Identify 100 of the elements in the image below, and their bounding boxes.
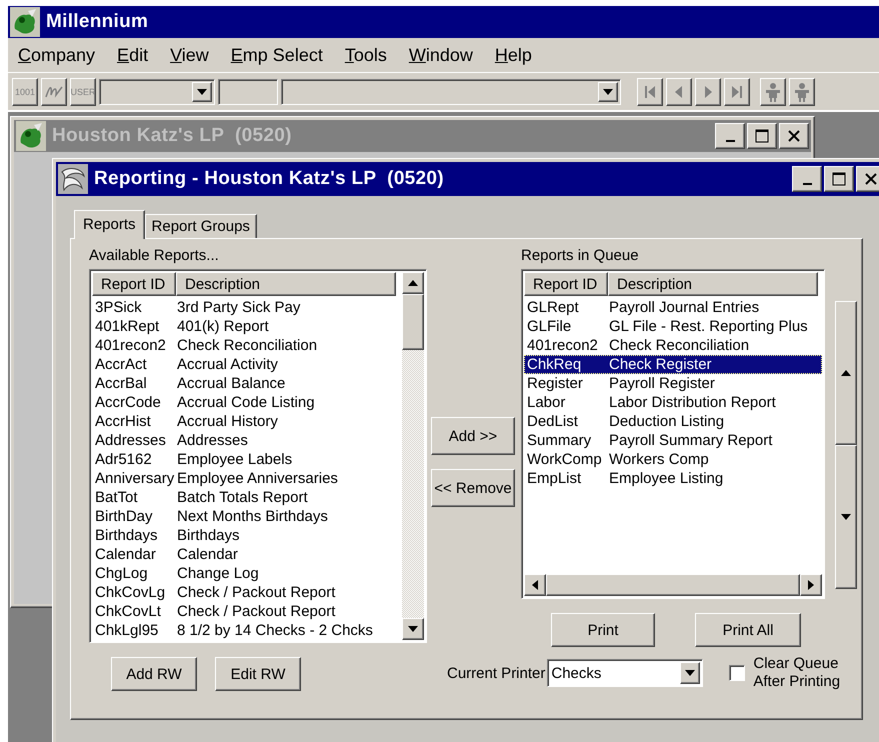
list-row[interactable]: Birthdays Birthdays (92, 526, 400, 545)
printer-dropdown[interactable]: Checks (547, 659, 704, 687)
up-arrow-icon (408, 280, 418, 286)
menu-item[interactable]: Emp Select (230, 44, 323, 66)
list-row[interactable]: ChkReq Check Register (524, 355, 822, 374)
list-row[interactable]: Addresses Addresses (92, 431, 400, 450)
last-arrow-icon (731, 84, 743, 98)
scroll-left-button[interactable] (524, 574, 546, 596)
column-header[interactable]: Description (608, 272, 818, 296)
menu-item[interactable]: Help (494, 44, 532, 66)
dropdown-field[interactable] (99, 78, 215, 104)
report-id: GLFile (526, 318, 572, 335)
close-icon (864, 172, 878, 186)
edit-rw-button[interactable]: Edit RW (215, 657, 301, 691)
dropdown-arrow-icon (197, 88, 207, 94)
close-button[interactable] (856, 166, 879, 192)
report-description: Check Register (608, 356, 713, 373)
report-id: Adr5162 (94, 451, 153, 468)
list-row[interactable]: EmpList Employee Listing (524, 469, 822, 488)
report-description: Employee Anniversaries (176, 470, 339, 487)
window-title: Houston Katz's LP (0520) (52, 125, 292, 147)
scroll-right-button[interactable] (800, 574, 822, 596)
column-header[interactable]: Report ID (524, 272, 608, 296)
scroll-thumb[interactable] (546, 574, 800, 596)
report-id: DedList (526, 413, 579, 430)
list-row[interactable]: Anniversary Employee Anniversaries (92, 469, 400, 488)
add-button[interactable]: Add >> (431, 417, 515, 455)
minimize-button[interactable] (792, 166, 822, 192)
person-button[interactable] (760, 78, 786, 106)
scroll-thumb[interactable] (402, 294, 424, 350)
list-row[interactable]: Summary Payroll Summary Report (524, 431, 822, 450)
scroll-down-button[interactable] (402, 618, 424, 640)
maximize-button[interactable] (824, 166, 854, 192)
report-description: Check Reconciliation (176, 337, 318, 354)
window-title: Reporting - Houston Katz's LP (0520) (94, 168, 444, 190)
list-row[interactable]: 401recon2 Check Reconciliation (524, 336, 822, 355)
report-description: Workers Comp (608, 451, 710, 468)
list-row[interactable]: ChkCovLg Check / Packout Report (92, 583, 400, 602)
add-rw-button[interactable]: Add RW (111, 657, 197, 691)
list-row[interactable]: AccrCode Accrual Code Listing (92, 393, 400, 412)
list-row[interactable]: 3PSick 3rd Party Sick Pay (92, 298, 400, 317)
list-row[interactable]: 401kRept 401(k) Report (92, 317, 400, 336)
maximize-button[interactable] (747, 123, 777, 149)
print-button[interactable]: Print (551, 613, 655, 647)
tab[interactable]: Report Groups (144, 214, 257, 238)
menu-item[interactable]: Window (408, 44, 473, 66)
report-description: Addresses (176, 432, 249, 449)
list-row[interactable]: DedList Deduction Listing (524, 412, 822, 431)
close-button[interactable] (779, 123, 809, 149)
person-button[interactable] (789, 78, 815, 106)
list-row[interactable]: 401recon2 Check Reconciliation (92, 336, 400, 355)
tab[interactable]: Reports (74, 210, 145, 239)
list-row[interactable]: BirthDay Next Months Birthdays (92, 507, 400, 526)
report-description: GL File - Rest. Reporting Plus (608, 318, 809, 335)
list-row[interactable]: Labor Labor Distribution Report (524, 393, 822, 412)
signature-button[interactable] (41, 78, 67, 106)
list-row[interactable]: GLFile GL File - Rest. Reporting Plus (524, 317, 822, 336)
list-row[interactable]: Adr5162 Employee Labels (92, 450, 400, 469)
column-header[interactable]: Report ID (92, 272, 176, 296)
list-row[interactable]: AccrBal Accrual Balance (92, 374, 400, 393)
list-row[interactable]: Calendar Calendar (92, 545, 400, 564)
move-up-button[interactable] (835, 301, 857, 445)
list-row[interactable]: WorkComp Workers Comp (524, 450, 822, 469)
list-row[interactable]: AccrHist Accrual History (92, 412, 400, 431)
list-row[interactable]: BatTot Batch Totals Report (92, 488, 400, 507)
column-header[interactable]: Description (176, 272, 396, 296)
up-arrow-icon (841, 370, 851, 376)
print-all-button[interactable]: Print All (695, 613, 801, 647)
last-record-button[interactable] (724, 78, 750, 106)
first-record-button[interactable] (637, 78, 663, 106)
menu-item[interactable]: View (170, 44, 209, 66)
list-row[interactable]: ChgLog Change Log (92, 564, 400, 583)
list-row[interactable]: ChkLgl95 8 1/2 by 14 Checks - 2 Chcks (92, 621, 400, 640)
list-row[interactable]: AccrAct Accrual Activity (92, 355, 400, 374)
report-list[interactable] (89, 269, 427, 643)
report-id: BatTot (94, 489, 139, 506)
report-description: Deduction Listing (608, 413, 726, 430)
list-row[interactable]: Register Payroll Register (524, 374, 822, 393)
dropdown-field[interactable] (281, 78, 621, 104)
menu-item[interactable]: Tools (344, 44, 387, 66)
remove-button[interactable]: << Remove (431, 469, 515, 507)
menu-item[interactable]: Edit (117, 44, 148, 66)
previous-record-button[interactable] (666, 78, 692, 106)
minimize-button[interactable] (715, 123, 745, 149)
scroll-up-button[interactable] (402, 272, 424, 294)
menu-item[interactable]: Company (18, 44, 96, 66)
report-id: Calendar (94, 546, 157, 563)
report-id: AccrAct (94, 356, 148, 373)
next-record-button[interactable] (695, 78, 721, 106)
report-description: Change Log (176, 565, 260, 582)
left-arrow-icon (532, 580, 538, 590)
report-description: Accrual Code Listing (176, 394, 316, 411)
move-down-button[interactable] (835, 445, 857, 589)
previous-arrow-icon (673, 84, 685, 98)
report-id: Register (526, 375, 584, 392)
list-row[interactable]: GLRept Payroll Journal Entries (524, 298, 822, 317)
report-list[interactable] (521, 269, 825, 599)
list-row[interactable]: ChkCovLt Check / Packout Report (92, 602, 400, 621)
input-field[interactable] (218, 78, 278, 104)
checkbox[interactable] (729, 665, 746, 681)
